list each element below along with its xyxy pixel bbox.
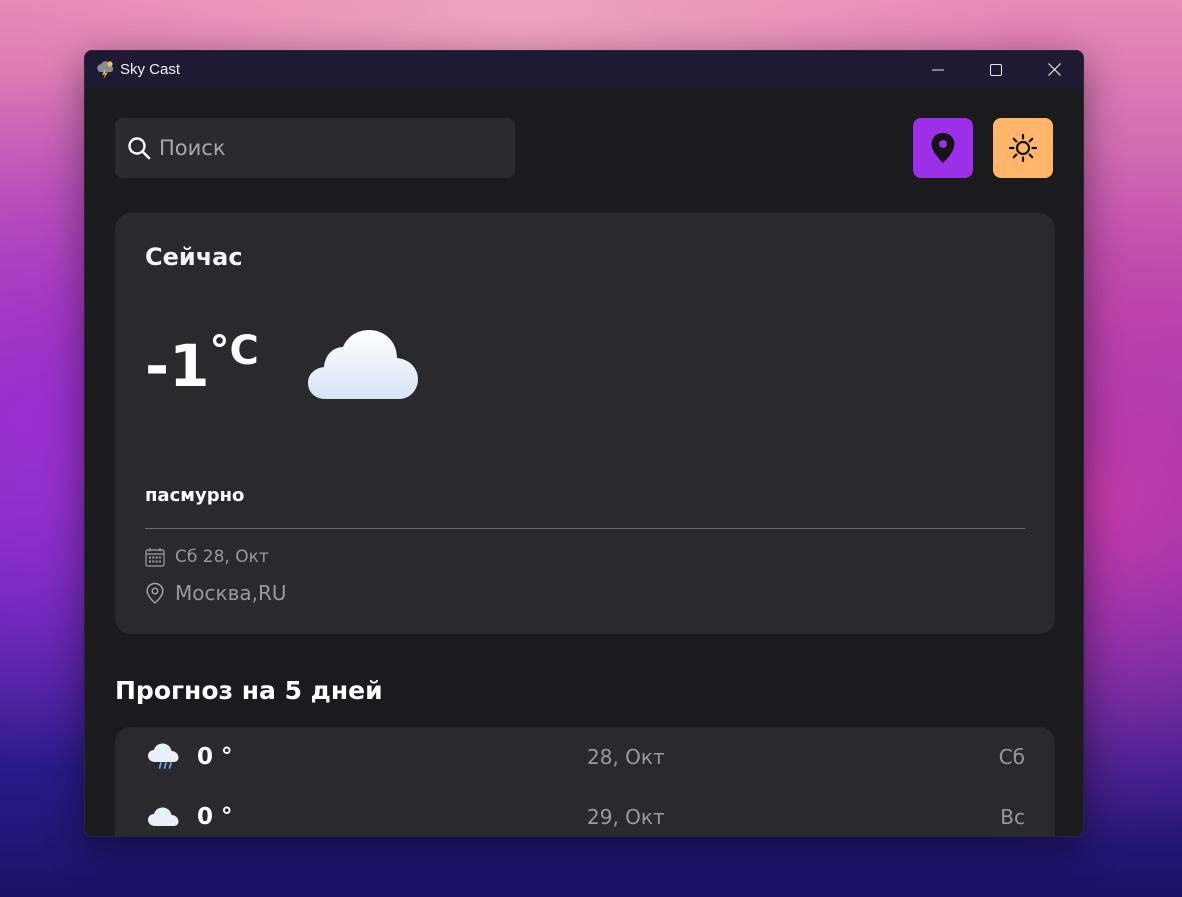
window-title: Sky Cast — [120, 61, 181, 78]
forecast-day: Сб — [998, 745, 1025, 769]
map-pin-icon — [931, 133, 955, 163]
theme-toggle-button[interactable] — [993, 118, 1053, 178]
current-location-button[interactable] — [913, 118, 973, 178]
maximize-button[interactable] — [967, 51, 1025, 88]
search-box[interactable] — [115, 118, 515, 178]
location-pin-icon — [146, 582, 164, 604]
close-icon — [1047, 63, 1061, 76]
weather-condition: пасмурно — [145, 485, 245, 506]
current-location: Москва,RU — [175, 581, 287, 605]
search-input[interactable] — [159, 136, 499, 160]
forecast-date: 28, Окт — [587, 745, 665, 769]
calendar-icon — [145, 548, 165, 567]
forecast-day: Вс — [1000, 805, 1025, 829]
rain-cloud-icon — [148, 743, 179, 769]
close-button[interactable] — [1025, 51, 1083, 88]
minimize-button[interactable] — [909, 51, 967, 88]
forecast-card: 0 ° 28, Окт Сб 0 ° 29, Окт Вс — [115, 727, 1055, 836]
temperature-unit: °C — [209, 328, 259, 374]
current-temperature: -1°C — [145, 331, 259, 395]
minimize-icon — [932, 69, 944, 70]
forecast-temp: 0 ° — [197, 804, 233, 830]
title-bar[interactable]: Sky Cast — [85, 51, 1083, 88]
forecast-heading: Прогноз на 5 дней — [115, 676, 383, 705]
app-logo-icon — [97, 60, 114, 79]
maximize-icon — [990, 63, 1002, 76]
cloud-icon — [307, 330, 418, 399]
divider — [145, 528, 1025, 529]
search-icon — [128, 137, 151, 160]
forecast-date: 29, Окт — [587, 805, 665, 829]
current-heading: Сейчас — [145, 243, 243, 271]
current-date: Сб 28, Окт — [175, 547, 269, 567]
cloud-icon — [148, 807, 179, 826]
current-weather-card: Сейчас -1°C пасмурно Сб 28, Окт Москва,R… — [115, 213, 1055, 634]
temperature-value: -1 — [145, 332, 210, 400]
forecast-row: 0 ° 29, Окт Вс — [145, 787, 1025, 836]
app-window: Sky Cast Поиск Сейчас -1°C пасмурно Сб 2… — [84, 50, 1084, 837]
sun-icon — [1008, 133, 1038, 163]
forecast-row: 0 ° 28, Окт Сб — [145, 727, 1025, 787]
forecast-temp: 0 ° — [197, 744, 233, 770]
